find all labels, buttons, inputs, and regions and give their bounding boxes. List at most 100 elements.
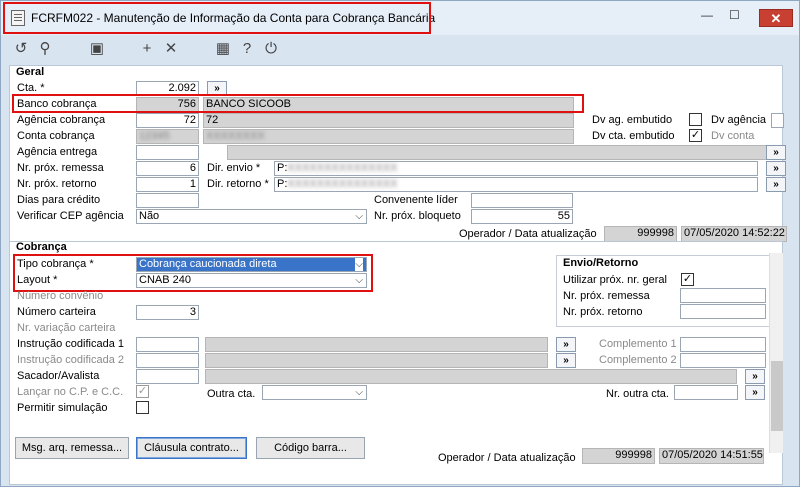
tipo-layout-highlight xyxy=(13,254,373,292)
convenente-label: Convenente líder xyxy=(374,194,458,206)
cobranca-data-field: 07/05/2020 14:51:55 xyxy=(659,448,764,464)
carteira-field[interactable]: 3 xyxy=(136,305,199,320)
geral-operador-label: Operador / Data atualização xyxy=(459,228,597,240)
cobranca-operador-field: 999998 xyxy=(582,448,655,464)
geral-title: Geral xyxy=(16,66,45,78)
power-icon[interactable]: ⏻ xyxy=(261,40,281,58)
permitir-label: Permitir simulação xyxy=(17,402,108,414)
cep-value: Não xyxy=(139,210,160,222)
instr1-label: Instrução codificada 1 xyxy=(17,338,125,350)
cobranca-panel: Cobrança Tipo cobrança * Cobrança caucio… xyxy=(9,241,783,485)
env-remessa-field[interactable] xyxy=(680,288,766,303)
env-retorno-field[interactable] xyxy=(680,304,766,319)
remessa-field[interactable]: 6 xyxy=(136,161,199,176)
dir-retorno-more[interactable]: » xyxy=(766,177,786,192)
clausula-button[interactable]: Cláusula contrato... xyxy=(136,437,247,459)
bloqueto-label: Nr. próx. bloqueto xyxy=(374,210,461,222)
nr-outra-cta-more[interactable]: » xyxy=(745,385,765,400)
maximize-button[interactable]: ☐ xyxy=(729,8,740,22)
lancar-checkbox[interactable]: ✓ xyxy=(136,385,149,398)
instr2-desc xyxy=(205,353,548,368)
cobranca-title: Cobrança xyxy=(16,241,67,253)
scrollbar-thumb[interactable] xyxy=(771,361,783,431)
outra-cta-select[interactable]: ⌵ xyxy=(262,385,367,400)
title-bar: FCRFM022 - Manutenção de Informação da C… xyxy=(1,1,799,35)
instr2-more[interactable]: » xyxy=(556,353,576,368)
dv-cta-emb-checkbox[interactable]: ✓ xyxy=(689,129,702,142)
dir-retorno-label: Dir. retorno * xyxy=(207,178,269,190)
dir-envio-label: Dir. envio * xyxy=(207,162,261,174)
agencia-entrega-name xyxy=(227,145,768,160)
dv-ag-emb-label: Dv ag. embutido xyxy=(592,114,673,126)
sacador-field[interactable] xyxy=(136,369,199,384)
dias-field[interactable] xyxy=(136,193,199,208)
dir-retorno-value: P: xyxy=(277,178,288,190)
complemento1-field[interactable] xyxy=(680,337,766,352)
minimize-button[interactable]: — xyxy=(701,8,713,22)
instr1-more[interactable]: » xyxy=(556,337,576,352)
agencia-name-field: 72 xyxy=(203,113,574,128)
retorno-field[interactable]: 1 xyxy=(136,177,199,192)
main-window: FCRFM022 - Manutenção de Informação da C… xyxy=(0,0,800,487)
nr-outra-cta-label: Nr. outra cta. xyxy=(606,388,669,400)
env-retorno-label: Nr. próx. retorno xyxy=(563,306,643,318)
dv-conta-label: Dv conta xyxy=(711,130,755,142)
geral-data-field: 07/05/2020 14:52:22 xyxy=(681,226,787,242)
complemento1-label: Complemento 1 xyxy=(599,338,677,350)
toolbar: ↺ ⚲ ▣ + ✕ ▦ ? ⏻ xyxy=(1,35,799,63)
env-remessa-label: Nr. próx. remessa xyxy=(563,290,650,302)
geral-panel: Geral Cta. * 2.092 » Banco cobrança 756 … xyxy=(9,65,787,243)
sacador-label: Sacador/Avalista xyxy=(17,370,100,382)
sacador-more[interactable]: » xyxy=(745,369,765,384)
dv-cta-emb-label: Dv cta. embutido xyxy=(592,130,675,142)
add-icon[interactable]: + xyxy=(137,40,157,58)
dv-agencia-field[interactable] xyxy=(771,113,784,128)
dias-label: Dias para crédito xyxy=(17,194,101,206)
undo-icon[interactable]: ↺ xyxy=(11,40,31,58)
help-icon[interactable]: ? xyxy=(237,40,257,58)
search-icon[interactable]: ⚲ xyxy=(35,40,55,58)
msg-remessa-button[interactable]: Msg. arq. remessa... xyxy=(15,437,129,459)
utilizar-checkbox[interactable]: ✓ xyxy=(681,273,694,286)
variacao-label: Nr. variação carteira xyxy=(17,322,116,334)
conta-label: Conta cobrança xyxy=(17,130,95,142)
delete-icon[interactable]: ✕ xyxy=(161,40,181,58)
convenente-field[interactable] xyxy=(471,193,573,208)
banco-highlight xyxy=(12,94,584,113)
agencia-entrega-more[interactable]: » xyxy=(766,145,786,160)
dir-retorno-field[interactable]: P:XXXXXXXXXXXXXXX xyxy=(274,177,758,192)
utilizar-label: Utilizar próx. nr. geral xyxy=(563,274,667,286)
dir-envio-more[interactable]: » xyxy=(766,161,786,176)
dv-ag-emb-checkbox[interactable] xyxy=(689,113,702,126)
geral-operador-field: 999998 xyxy=(604,226,677,242)
conta-name-field: XXXXXXXX xyxy=(203,129,574,144)
chevron-down-icon: ⌵ xyxy=(355,387,363,398)
bloqueto-field[interactable]: 55 xyxy=(471,209,573,224)
dv-agencia-label: Dv agência xyxy=(711,114,767,126)
cobranca-operador-label: Operador / Data atualização xyxy=(438,452,576,464)
agencia-label: Agência cobrança xyxy=(17,114,106,126)
agencia-entrega-field[interactable] xyxy=(136,145,199,160)
complemento2-field[interactable] xyxy=(680,353,766,368)
agencia-entrega-label: Agência entrega xyxy=(17,146,98,158)
dir-envio-field[interactable]: P:XXXXXXXXXXXXXXX xyxy=(274,161,758,176)
instr2-label: Instrução codificada 2 xyxy=(17,354,125,366)
cep-select[interactable]: Não ⌵ xyxy=(136,209,367,224)
instr2-field[interactable] xyxy=(136,353,199,368)
carteira-label: Número carteira xyxy=(17,306,96,318)
conta-code-field: 12345 xyxy=(136,129,199,144)
permitir-checkbox[interactable] xyxy=(136,401,149,414)
nr-outra-cta-field[interactable] xyxy=(674,385,738,400)
cep-label: Verificar CEP agência xyxy=(17,210,124,222)
instr1-desc xyxy=(205,337,548,352)
sacador-desc xyxy=(205,369,737,384)
agencia-code-field[interactable]: 72 xyxy=(136,113,199,128)
close-button[interactable]: ✕ xyxy=(759,9,793,27)
scrollbar[interactable] xyxy=(769,253,783,453)
chevron-down-icon: ⌵ xyxy=(355,211,363,222)
codigo-barra-button[interactable]: Código barra... xyxy=(256,437,365,459)
calendar-icon[interactable]: ▦ xyxy=(213,40,233,58)
instr1-field[interactable] xyxy=(136,337,199,352)
lancar-label: Lançar no C.P. e C.C. xyxy=(17,386,124,398)
save-icon[interactable]: ▣ xyxy=(87,40,107,58)
